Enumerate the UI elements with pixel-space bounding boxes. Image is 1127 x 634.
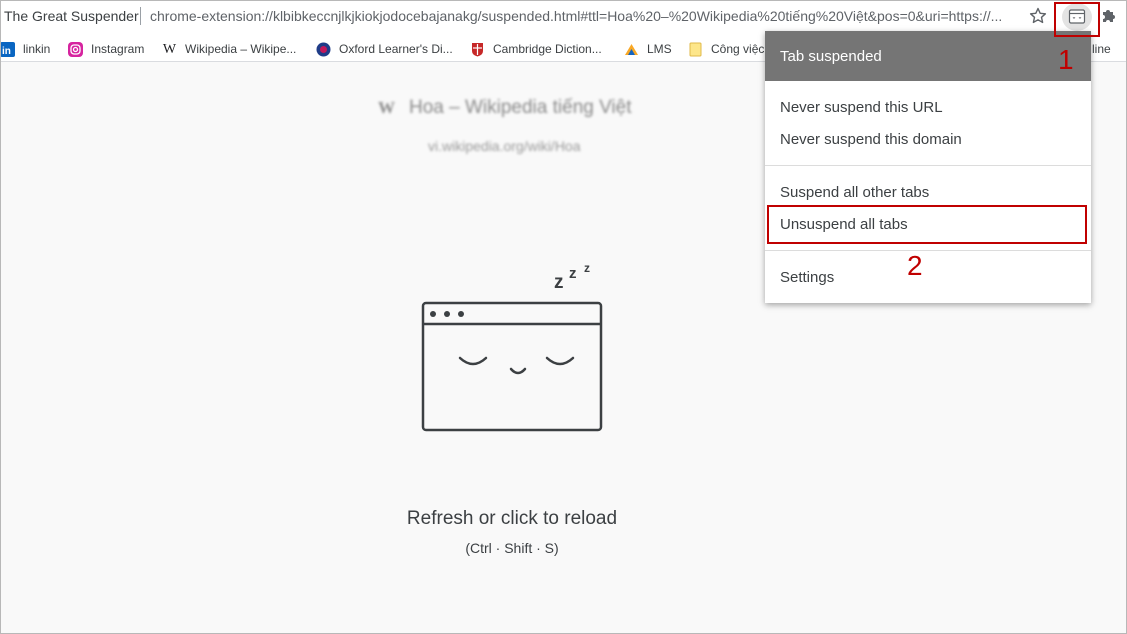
- instagram-icon: [68, 41, 83, 57]
- bookmark-label: Oxford Learner's Di...: [339, 42, 453, 56]
- bookmark-label: Wikipedia – Wikipe...: [185, 42, 297, 56]
- bookmark-cambridge[interactable]: Cambridge Diction...: [470, 40, 602, 58]
- svg-text:z: z: [569, 265, 577, 282]
- bookmark-cong-viec[interactable]: Công việc: [688, 40, 764, 58]
- wikipedia-icon: W: [378, 98, 395, 117]
- step-1-number: 1: [1058, 44, 1074, 75]
- extensions-puzzle-icon[interactable]: [1099, 6, 1119, 26]
- bookmark-label: Instagram: [91, 42, 145, 56]
- suspended-page-title[interactable]: W Hoa – Wikipedia tiếng Việt: [378, 97, 632, 119]
- great-suspender-extension-button[interactable]: [1062, 3, 1092, 31]
- reload-shortcut-text: (Ctrl · Shift · S): [465, 540, 559, 556]
- lms-icon: [624, 42, 639, 57]
- popup-header: Tab suspended: [765, 31, 1091, 81]
- bookmark-online[interactable]: line: [1092, 40, 1111, 58]
- bookmark-label: LMS: [647, 42, 672, 56]
- suspended-page-url: vi.wikipedia.org/wiki/Hoa: [428, 138, 581, 154]
- great-suspender-popup: Tab suspended Never suspend this URL Nev…: [765, 31, 1091, 303]
- wikipedia-icon: W: [162, 41, 177, 57]
- never-suspend-domain-item[interactable]: Never suspend this domain: [780, 131, 962, 148]
- settings-item[interactable]: Settings: [780, 269, 834, 286]
- linkedin-icon: in: [0, 41, 15, 57]
- bookmark-label: line: [1092, 42, 1111, 56]
- step-2-number: 2: [907, 250, 923, 281]
- popup-divider: [765, 250, 1091, 251]
- bookmark-lms[interactable]: LMS: [624, 40, 672, 58]
- suspended-title-text: Hoa – Wikipedia tiếng Việt: [409, 97, 632, 118]
- unsuspend-all-tabs-item[interactable]: Unsuspend all tabs: [780, 216, 908, 233]
- svg-text:in: in: [2, 46, 11, 57]
- bookmark-label: Công việc: [711, 42, 765, 56]
- great-suspender-icon: [1068, 9, 1086, 24]
- never-suspend-url-item[interactable]: Never suspend this URL: [780, 99, 943, 116]
- svg-text:z: z: [554, 272, 564, 293]
- bookmark-linkin[interactable]: in linkin: [0, 40, 50, 58]
- sleeping-browser-illustration[interactable]: z z z: [418, 258, 608, 441]
- omnibox-separator: [140, 7, 141, 25]
- folder-icon: [688, 42, 703, 57]
- bookmark-oxford[interactable]: Oxford Learner's Di...: [316, 40, 453, 58]
- refresh-reload-text[interactable]: Refresh or click to reload: [300, 508, 724, 530]
- bookmark-label: linkin: [23, 42, 51, 56]
- star-icon[interactable]: [1028, 6, 1048, 26]
- bookmark-instagram[interactable]: Instagram: [68, 40, 144, 58]
- omnibox-url[interactable]: chrome-extension://klbibkeccnjlkjkiokjod…: [150, 8, 1020, 24]
- popup-divider: [765, 165, 1091, 166]
- bookmark-label: Cambridge Diction...: [493, 42, 602, 56]
- address-bar-row: The Great Suspender chrome-extension://k…: [0, 0, 1127, 34]
- sleeping-window-icon: [421, 301, 603, 432]
- sleep-z-icon: z z z: [554, 261, 590, 293]
- suspend-other-tabs-item[interactable]: Suspend all other tabs: [780, 184, 929, 201]
- cambridge-icon: [470, 42, 485, 57]
- omnibox-page-title[interactable]: The Great Suspender: [4, 8, 139, 24]
- oxford-icon: [316, 42, 331, 57]
- svg-text:z: z: [584, 261, 590, 275]
- bookmark-wikipedia[interactable]: W Wikipedia – Wikipe...: [162, 40, 296, 58]
